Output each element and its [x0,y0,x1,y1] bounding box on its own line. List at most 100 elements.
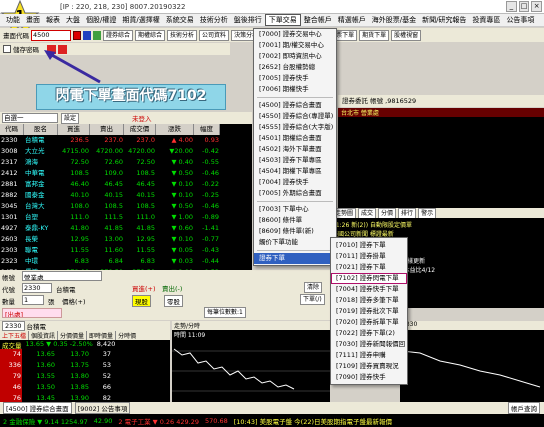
column-header[interactable]: 漲跌 [156,124,194,135]
menu-option[interactable]: [7030] 證券新聞報價回 [331,339,407,350]
menu-option[interactable]: [7002] 即時資訊中心 [254,51,336,62]
limit-button[interactable]: 現股 [132,295,151,307]
table-row[interactable]: 2882 國泰金 40.10 40.15 40.15 ▼ 0.10 -0.25 [0,190,252,201]
menu-item[interactable]: 投資專區 [469,15,503,25]
table-row[interactable]: 2330 台積電 236.5 237.0 237.0 ▲ 4.00 0.93 [0,135,252,146]
menu-option[interactable]: [4550] 證券綜合(專證單) [254,111,336,122]
toolbar-button[interactable]: 公司資料 [199,29,230,41]
menu-option[interactable]: [7019] 證券批次下單 [331,306,407,317]
account-select[interactable]: 營業處 [22,271,102,281]
menu-option[interactable]: [4502] 海外下單畫面 [254,144,336,155]
tab-9002[interactable]: [9002] 公告事項 [74,402,131,414]
menu-item[interactable]: 系統交易 [163,15,197,25]
green-toolbar-icon[interactable] [93,30,101,40]
menu-option[interactable]: [7000] 證券交易中心 [254,29,336,40]
table-row[interactable]: 4927 泰鼎-KY 41.80 41.85 41.85 ▼ 0.60 -1.41 [0,223,252,234]
column-header[interactable]: 幅度 [194,124,220,135]
table-row[interactable]: 3008 大立光 4715.00 4720.00 4720.00 ▼20.00 -0.42 [0,146,252,157]
menu-option[interactable]: [7011] 證券掛單 [331,251,407,262]
menu-option[interactable]: [7003] 下單中心 [254,204,336,215]
menu-item[interactable]: 報表 [43,15,63,25]
menu-item[interactable]: 功能 [3,15,23,25]
qty-input[interactable]: 1 [22,295,44,305]
menu-item[interactable]: 精選帳戶 [335,15,369,25]
close-button[interactable]: × [531,1,542,12]
menu-option[interactable]: [7102] 證券閃電下單 [331,273,407,284]
quick-order-button[interactable]: 下單(/) [300,294,325,305]
menu-item[interactable]: 個股/權證 [83,15,119,25]
buy-radio[interactable]: 買進(+) [132,283,156,293]
maximize-button[interactable]: □ [518,1,530,12]
news-line[interactable]: 11:26 新(2)) 自動限股定價單 [332,220,542,229]
menu-item[interactable]: 公告事項 [503,15,537,25]
table-row[interactable]: 2412 中華電 108.5 109.0 108.5 ▼ 0.50 -0.46 [0,168,252,179]
table-row[interactable]: 2881 富邦金 46.40 46.45 46.45 ▼ 0.10 -0.22 [0,179,252,190]
menu-option[interactable]: [7022] 證券下單(2) [331,328,407,339]
menu-item[interactable]: 整合帳戶 [301,15,335,25]
ticker-news[interactable]: [10:43] 美股電子盤 今(22)日美股期指電子盤最新報價 [234,416,392,426]
menu-option[interactable]: [7005] 外期綜合畫面 [254,188,336,199]
menu-item[interactable]: 海外股票/基金 [369,15,419,25]
trade-tab[interactable]: 即時價量 [86,331,115,340]
toolbar-button[interactable]: 股權視窗 [391,29,422,41]
trade-tab[interactable]: 個股資訊 [28,331,57,340]
menu-option[interactable]: 期權下單 [254,264,336,265]
toolbar-button[interactable]: 期貨下單 [359,29,390,41]
menu-option[interactable]: 觸价下單功能 [254,237,336,248]
odd-lot-button[interactable]: 零股 [164,295,183,307]
column-header[interactable]: 買進 [58,124,90,135]
menu-option[interactable]: [7005] 證券快手 [254,73,336,84]
menu-option[interactable]: [7004] 證券快手 [254,177,336,188]
table-row[interactable]: 3045 台灣大 108.0 108.5 108.5 ▼ 0.50 -0.46 [0,201,252,212]
digits-button[interactable]: 每筆位數數:1 [204,307,246,318]
toolbar-button[interactable]: 證券綜合 [103,29,134,41]
menu-option[interactable]: [8600] 條件單 [254,215,336,226]
table-row[interactable]: 2603 長榮 12.95 13.00 12.95 ▼ 0.10 -0.77 [0,234,252,245]
menu-option[interactable]: [4555] 證券綜合(大字版) [254,122,336,133]
menu-option[interactable]: [4504] 期權下單專區 [254,166,336,177]
menu-item[interactable]: 技術分析 [197,15,231,25]
menu-option[interactable]: [7018] 證券多筆下單 [331,295,407,306]
menu-option[interactable]: 證券下單 [254,253,336,264]
menu-item[interactable]: 畫面 [23,15,43,25]
menu-option[interactable]: [4500] 證券綜合畫面 [254,100,336,111]
menu-option[interactable]: [8609] 條件單(新) [254,226,336,237]
menu-option[interactable]: [7021] 證券下單 [331,262,407,273]
column-header[interactable]: 賣出 [90,124,124,135]
news-tab[interactable]: 警示 [418,208,437,218]
table-row[interactable]: 2323 中環 6.83 6.84 6.83 ▼ 0.03 -0.44 [0,256,252,267]
screen-code-input[interactable] [31,29,71,41]
table-row[interactable]: 1301 台塑 111.0 111.5 111.0 ▼ 1.00 -0.89 [0,212,252,223]
clear-button[interactable]: 清除 [304,282,323,293]
menu-option[interactable]: [7109] 證券買賣現況 [331,361,407,372]
menu-item[interactable]: 期貨/選擇權 [119,15,162,25]
blue-toolbar-icon[interactable] [83,30,91,40]
menu-option[interactable]: [2652] 台股權勢總 [254,62,336,73]
menu-option[interactable]: [4501] 期權綜合畫面 [254,133,336,144]
menu-option[interactable]: [7006] 期權快手 [254,84,336,95]
table-row[interactable]: 2303 聯電 11.55 11.60 11.55 ▼ 0.05 -0.43 [0,245,252,256]
book-code[interactable]: 2330 [2,321,25,331]
save-password-checkbox[interactable] [3,45,11,53]
menu-option[interactable]: [7004] 證券快手下單 [331,284,407,295]
column-header[interactable]: 股名 [24,124,58,135]
toolbar-button[interactable]: 期權綜合 [135,29,166,41]
news-tab[interactable]: 分價 [378,208,397,218]
menu-option[interactable]: [7090] 證券快手 [331,372,407,383]
menu-item[interactable]: 盤後排行 [231,15,265,25]
minimize-button[interactable]: _ [506,1,517,12]
menu-item[interactable]: 大盤 [63,15,83,25]
column-header[interactable]: 代碼 [0,124,24,135]
news-tab[interactable]: 排行 [398,208,417,218]
table-row[interactable]: 2317 鴻海 72.50 72.60 72.50 ▼ 0.40 -0.55 [0,157,252,168]
menu-option[interactable]: [7010] 證券下單 [331,240,407,251]
menu-option[interactable]: [7001] 期/權交易中心 [254,40,336,51]
news-tab[interactable]: 成交 [358,208,377,218]
tab-4500[interactable]: [4500] 證券綜合畫面 [3,402,72,414]
trade-tab[interactable]: 分時價 [115,331,138,340]
account-query-button[interactable]: 帳戶查詢 [508,402,540,414]
toolbar-button[interactable]: 技術分析 [167,29,198,41]
order-code-input[interactable]: 2330 [22,283,52,293]
menu-option[interactable]: [7020] 證券拆單下單 [331,317,407,328]
menu-option[interactable]: [7111] 證券申購 [331,350,407,361]
